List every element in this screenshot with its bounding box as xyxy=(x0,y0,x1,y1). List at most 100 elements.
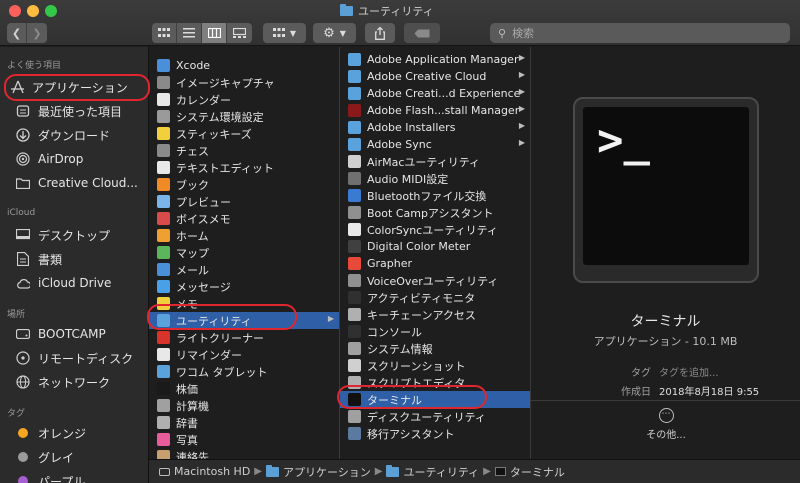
sidebar-item-tag-gray[interactable]: グレイ xyxy=(16,447,74,467)
column-view-button[interactable] xyxy=(202,23,227,43)
list-item[interactable]: 計算機 xyxy=(149,397,339,414)
share-button[interactable] xyxy=(365,23,395,43)
close-button[interactable] xyxy=(9,5,21,17)
list-item-label: Adobe Sync xyxy=(367,138,432,151)
list-item[interactable]: ユーティリティ ▶ xyxy=(149,312,339,329)
list-item[interactable]: ワコム タブレット xyxy=(149,363,339,380)
list-item[interactable]: 辞書 xyxy=(149,414,339,431)
sidebar-item-label: ダウンロード xyxy=(38,128,111,143)
list-item[interactable]: ボイスメモ xyxy=(149,210,339,227)
list-item[interactable]: メモ xyxy=(149,295,339,312)
list-item[interactable]: Bluetoothファイル交換 xyxy=(340,187,530,204)
list-item[interactable]: ターミナル xyxy=(340,391,530,408)
sidebar-item-applications[interactable]: アプリケーション xyxy=(10,77,128,97)
list-item[interactable]: プレビュー xyxy=(149,193,339,210)
list-item[interactable]: カレンダー xyxy=(149,91,339,108)
utilities-column: Adobe Application Manager ▶ Adobe Creative… xyxy=(340,47,531,459)
forward-button[interactable]: ❯ xyxy=(27,23,47,43)
list-item-label: キーチェーンアクセス xyxy=(367,308,476,322)
gallery-view-button[interactable] xyxy=(227,23,252,43)
list-view-button[interactable] xyxy=(177,23,202,43)
list-item[interactable]: リマインダー xyxy=(149,346,339,363)
tag-input[interactable]: タグを追加... xyxy=(659,364,719,379)
list-item[interactable]: イメージキャプチャ xyxy=(149,74,339,91)
list-item[interactable]: Adobe Installers ▶ xyxy=(340,119,530,136)
list-item[interactable]: ホーム xyxy=(149,227,339,244)
app-icon xyxy=(348,121,361,134)
sidebar-item-tag-purple[interactable]: パープル xyxy=(16,471,85,483)
app-icon xyxy=(157,144,170,157)
sidebar-item-documents[interactable]: 書類 xyxy=(16,249,62,269)
app-icon xyxy=(348,87,361,100)
app-icon xyxy=(157,229,170,242)
list-item[interactable]: Boot Campアシスタント xyxy=(340,204,530,221)
list-item[interactable]: スクリーンショット xyxy=(340,357,530,374)
group-button[interactable]: ▼ xyxy=(263,23,306,43)
path-segment[interactable]: ターミナル xyxy=(510,464,565,480)
list-item[interactable]: ディスクユーティリティ xyxy=(340,408,530,425)
app-icon xyxy=(157,110,170,123)
app-icon xyxy=(348,189,361,202)
path-segment[interactable]: ユーティリティ xyxy=(403,464,479,480)
sidebar-item-creative-cloud[interactable]: Creative Cloud... xyxy=(16,173,138,193)
list-item[interactable]: ライトクリーナー xyxy=(149,329,339,346)
list-item-label: コンソール xyxy=(367,325,422,339)
search-field[interactable]: ⚲ 検索 xyxy=(490,23,790,43)
list-item[interactable]: マップ xyxy=(149,244,339,261)
list-item[interactable]: システム情報 xyxy=(340,340,530,357)
share-icon xyxy=(375,26,385,40)
sidebar-item-icloud-drive[interactable]: iCloud Drive xyxy=(16,273,111,293)
sidebar: よく使う項目 アプリケーション 最近使った項目 ダウンロード AirDrop C… xyxy=(0,47,149,483)
list-item[interactable]: 連絡先 xyxy=(149,448,339,459)
list-item[interactable]: Adobe Application Manager ▶ xyxy=(340,51,530,68)
zoom-button[interactable] xyxy=(45,5,57,17)
list-item[interactable]: スティッキーズ xyxy=(149,125,339,142)
list-item[interactable]: Adobe Flash...stall Manager ▶ xyxy=(340,102,530,119)
list-item[interactable]: テキストエディット xyxy=(149,159,339,176)
list-item[interactable]: メッセージ xyxy=(149,278,339,295)
list-item-label: メール xyxy=(176,263,209,277)
sidebar-item-downloads[interactable]: ダウンロード xyxy=(16,125,110,145)
path-segment[interactable]: アプリケーション xyxy=(283,464,371,480)
tag-button[interactable] xyxy=(404,23,440,43)
list-item[interactable]: Adobe Creati...d Experience ▶ xyxy=(340,85,530,102)
sidebar-item-bootcamp[interactable]: BOOTCAMP xyxy=(16,324,106,344)
sidebar-item-desktop[interactable]: デスクトップ xyxy=(16,225,110,245)
list-item[interactable]: メール xyxy=(149,261,339,278)
list-item[interactable]: チェス xyxy=(149,142,339,159)
list-item[interactable]: Xcode xyxy=(149,57,339,74)
path-segment[interactable]: Macintosh HD xyxy=(174,465,250,478)
list-item[interactable]: 写真 xyxy=(149,431,339,448)
more-button[interactable]: ⋯ その他... xyxy=(646,408,686,441)
list-item[interactable]: スクリプトエディタ xyxy=(340,374,530,391)
list-item[interactable]: キーチェーンアクセス xyxy=(340,306,530,323)
list-item[interactable]: システム環境設定 xyxy=(149,108,339,125)
list-item[interactable]: ColorSyncユーティリティ xyxy=(340,221,530,238)
list-item-label: Adobe Installers xyxy=(367,121,456,134)
list-item[interactable]: 移行アシスタント xyxy=(340,425,530,442)
icon-view-button[interactable] xyxy=(152,23,177,43)
ellipsis-icon: ⋯ xyxy=(658,408,674,423)
sidebar-item-recents[interactable]: 最近使った項目 xyxy=(16,101,122,121)
list-item[interactable]: Grapher xyxy=(340,255,530,272)
list-item-label: 写真 xyxy=(176,433,198,447)
list-item[interactable]: Digital Color Meter xyxy=(340,238,530,255)
sidebar-item-airdrop[interactable]: AirDrop xyxy=(16,149,83,169)
list-item[interactable]: アクティビティモニタ xyxy=(340,289,530,306)
minimize-button[interactable] xyxy=(27,5,39,17)
list-item[interactable]: コンソール xyxy=(340,323,530,340)
sidebar-item-remote-disc[interactable]: リモートディスク xyxy=(16,348,133,368)
sidebar-item-tag-orange[interactable]: オレンジ xyxy=(16,423,86,443)
list-item[interactable]: AirMacユーティリティ xyxy=(340,153,530,170)
list-item[interactable]: Adobe Creative Cloud ▶ xyxy=(340,68,530,85)
list-item[interactable]: Audio MIDI設定 xyxy=(340,170,530,187)
sidebar-item-label: グレイ xyxy=(38,450,75,465)
applications-column: Xcode イメージキャプチャ カレンダー システム環境設定 スティッキーズ チェス テキス… xyxy=(149,47,340,459)
action-button[interactable]: ⚙ ▼ xyxy=(313,23,356,43)
list-item[interactable]: ブック xyxy=(149,176,339,193)
back-button[interactable]: ❮ xyxy=(7,23,27,43)
list-item[interactable]: 株価 xyxy=(149,380,339,397)
sidebar-item-network[interactable]: ネットワーク xyxy=(16,372,110,392)
list-item[interactable]: VoiceOverユーティリティ xyxy=(340,272,530,289)
list-item[interactable]: Adobe Sync ▶ xyxy=(340,136,530,153)
